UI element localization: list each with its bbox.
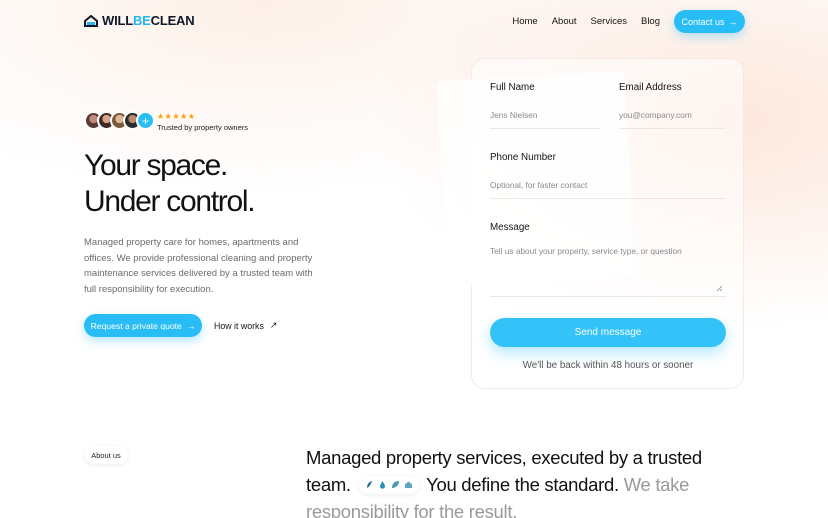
rating-stars: ★★★★★ xyxy=(157,112,196,121)
email-label: Email Address xyxy=(619,82,682,93)
site-header: WILLBECLEAN Home About Services Blog Con… xyxy=(0,0,828,44)
home-icon xyxy=(404,481,412,489)
message-label: Message xyxy=(490,222,530,233)
leaf-icon xyxy=(391,481,399,489)
response-note: We'll be back within 48 hours or sooner xyxy=(522,360,694,371)
request-quote-label: Request a private quote xyxy=(90,320,182,331)
how-it-works-link[interactable]: How it works ↗ xyxy=(214,320,277,331)
nav-home[interactable]: Home xyxy=(512,16,537,27)
plus-icon: + xyxy=(136,111,155,130)
arrow-up-right-icon: ↗ xyxy=(269,320,278,330)
how-it-works-label: How it works xyxy=(214,320,264,331)
hero-title-line-1: Your space. xyxy=(84,149,228,182)
nav-about[interactable]: About xyxy=(552,16,577,27)
logo-text: WILLBECLEAN xyxy=(102,13,195,28)
resize-handle-icon[interactable] xyxy=(716,285,723,292)
phone-label: Phone Number xyxy=(490,152,556,163)
about-statement: Managed property services, executed by a… xyxy=(306,444,726,518)
trusted-text: Trusted by property owners xyxy=(157,123,249,132)
divider xyxy=(490,198,726,199)
hero-description: Managed property care for homes, apartme… xyxy=(84,237,313,295)
message-textarea[interactable]: Tell us about your property, service typ… xyxy=(490,246,682,256)
arrow-right-icon: → xyxy=(186,320,196,331)
phone-input[interactable]: Optional, for faster contact xyxy=(490,180,587,190)
send-message-button[interactable]: Send message xyxy=(490,318,726,347)
service-icons-pill xyxy=(358,475,419,494)
full-name-input[interactable]: Jens Nielsen xyxy=(490,110,538,120)
logo[interactable]: WILLBECLEAN xyxy=(84,13,195,28)
divider xyxy=(619,128,726,129)
contact-button[interactable]: Contact us → xyxy=(674,10,745,33)
divider xyxy=(490,296,726,297)
about-us-badge: About us xyxy=(84,446,128,464)
avatar-group: + xyxy=(84,111,155,130)
nav-services[interactable]: Services xyxy=(591,16,627,27)
nav-blog[interactable]: Blog xyxy=(641,16,660,27)
spray-icon xyxy=(366,481,372,489)
house-logo-icon xyxy=(84,14,98,27)
full-name-label: Full Name xyxy=(490,82,535,93)
main-nav: Home About Services Blog xyxy=(512,16,660,27)
contact-button-label: Contact us xyxy=(681,16,725,27)
about-text-part-2: You define the standard. xyxy=(426,474,619,495)
drop-icon xyxy=(379,481,385,489)
hero-title: Your space. Under control. xyxy=(84,148,256,220)
email-input[interactable]: you@company.com xyxy=(619,110,692,120)
hero-title-line-2: Under control. xyxy=(84,185,256,218)
request-quote-button[interactable]: Request a private quote → xyxy=(84,314,202,337)
divider xyxy=(490,128,600,129)
arrow-right-icon: → xyxy=(728,16,738,27)
